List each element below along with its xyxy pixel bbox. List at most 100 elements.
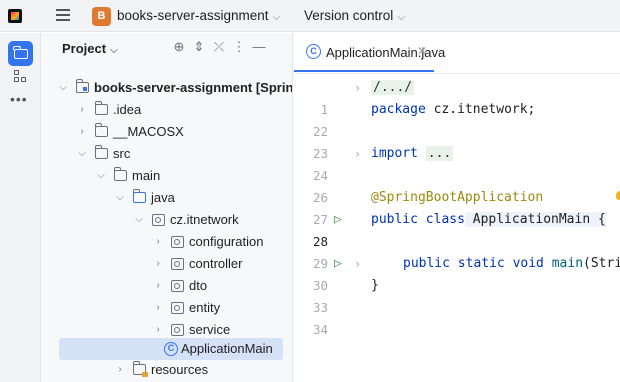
chevron-down-icon: ⌵ bbox=[110, 45, 118, 56]
project-panel-header: Project ⌵ ⊕ ⇕ ⤫ ⋮ — bbox=[41, 33, 292, 63]
code-line[interactable]: 29 bbox=[294, 231, 620, 271]
tree-item-label: configuration bbox=[189, 234, 264, 249]
options-icon[interactable]: ⋮ bbox=[229, 39, 249, 55]
code-line[interactable]: 28 ▷ public class ApplicationMain { bbox=[294, 209, 620, 249]
annotation: @SpringBootApplication bbox=[371, 190, 544, 205]
tab-applicationmain-java[interactable]: C ApplicationMain.java ✕ bbox=[294, 33, 445, 72]
code-line[interactable]: 22 package cz.itnetwork; bbox=[294, 99, 620, 139]
tree-item-src[interactable]: ⌵ src bbox=[41, 143, 292, 165]
run-gutter-icon[interactable]: ▷ bbox=[334, 209, 342, 231]
tree-item-configuration[interactable]: › configuration bbox=[41, 231, 292, 253]
method-name: main bbox=[551, 256, 584, 271]
title-bar: B books-server-assignment ⌵ Version contr… bbox=[0, 0, 620, 32]
tree-item-label: java bbox=[151, 190, 175, 205]
chevron-down-icon: ⌵ bbox=[272, 12, 281, 23]
tree-item-idea[interactable]: › .idea bbox=[41, 99, 292, 121]
package-icon bbox=[171, 324, 184, 336]
chevron-right-icon[interactable]: › bbox=[153, 253, 163, 275]
tree-item-controller[interactable]: › controller bbox=[41, 253, 292, 275]
tree-item-label: cz.itnetwork bbox=[170, 212, 239, 227]
more-tools-icon[interactable]: ••• bbox=[10, 91, 28, 107]
tree-item-main[interactable]: ⌵ main bbox=[41, 165, 292, 187]
chevron-right-icon[interactable]: › bbox=[153, 275, 163, 297]
run-gutter-icon[interactable]: ▷ bbox=[334, 253, 342, 275]
chevron-right-icon[interactable]: › bbox=[153, 297, 163, 319]
chevron-right-icon[interactable]: › bbox=[354, 77, 361, 99]
tree-item-dto[interactable]: › dto bbox=[41, 275, 292, 297]
tree-item-java[interactable]: ⌵ java bbox=[41, 187, 292, 209]
tree-item-macosx[interactable]: › __MACOSX bbox=[41, 121, 292, 143]
project-selector[interactable]: books-server-assignment ⌵ bbox=[117, 8, 280, 23]
line-number: 34 bbox=[312, 322, 328, 337]
tree-item-entity[interactable]: › entity bbox=[41, 297, 292, 319]
tree-item-label: resources bbox=[151, 362, 209, 377]
code-text: cz.itnetwork; bbox=[425, 102, 536, 117]
chevron-right-icon[interactable]: › bbox=[153, 231, 163, 253]
close-icon[interactable]: ✕ bbox=[417, 44, 427, 58]
project-panel: Project ⌵ ⊕ ⇕ ⤫ ⋮ — ⌵ books-server-assignment… bbox=[41, 33, 293, 382]
tree-item-label: controller bbox=[189, 256, 243, 271]
structure-tool-button[interactable] bbox=[8, 64, 33, 89]
tree-item-applicationmain[interactable]: C ApplicationMain bbox=[59, 338, 283, 360]
folder-icon bbox=[94, 123, 108, 137]
keyword: package bbox=[371, 102, 426, 117]
main-menu-icon[interactable] bbox=[56, 9, 70, 21]
project-badge[interactable]: B bbox=[92, 7, 111, 26]
folder-icon bbox=[113, 167, 127, 181]
editor: C ApplicationMain.java ✕ 1 › /.../ 22 pa… bbox=[294, 33, 620, 382]
chevron-right-icon[interactable]: › bbox=[77, 121, 87, 143]
folded-comment[interactable]: /.../ bbox=[371, 80, 415, 95]
intellij-logo-icon[interactable] bbox=[8, 9, 22, 23]
code-line[interactable]: 1 › /.../ bbox=[294, 77, 620, 117]
chevron-right-icon[interactable]: › bbox=[115, 359, 125, 381]
java-class-icon: C bbox=[164, 342, 178, 356]
tree-item-label: .idea bbox=[113, 102, 142, 117]
code-line[interactable]: 24 › import ... bbox=[294, 143, 620, 183]
folder-icon bbox=[13, 46, 28, 59]
divider bbox=[294, 73, 620, 74]
resources-folder-icon bbox=[132, 361, 148, 377]
folder-icon bbox=[94, 101, 108, 115]
lightbulb-icon[interactable] bbox=[616, 191, 620, 200]
folded-imports[interactable]: ... bbox=[425, 146, 454, 161]
package-icon bbox=[152, 214, 165, 226]
chevron-right-icon[interactable]: › bbox=[77, 99, 87, 121]
tree-item-cz-itnetwork[interactable]: ⌵ cz.itnetwork bbox=[41, 209, 292, 231]
chevron-right-icon[interactable]: › bbox=[354, 143, 361, 165]
code-line[interactable]: 30 ▷ › public static void main(Stri bbox=[294, 253, 620, 293]
tree-item-label: entity bbox=[189, 300, 221, 315]
code-line[interactable]: 33 } bbox=[294, 275, 620, 315]
hide-icon[interactable]: — bbox=[249, 39, 269, 54]
locate-icon[interactable]: ⊕ bbox=[169, 39, 189, 55]
chevron-right-icon[interactable]: › bbox=[354, 253, 361, 275]
chevron-down-icon[interactable]: ⌵ bbox=[77, 143, 87, 165]
tree-item-resources[interactable]: › resources bbox=[41, 359, 292, 381]
module-folder-icon bbox=[75, 79, 89, 93]
chevron-down-icon[interactable]: ⌵ bbox=[58, 77, 68, 99]
code-line[interactable]: 26 bbox=[294, 165, 620, 205]
version-control-menu[interactable]: Version control ⌵ bbox=[304, 8, 405, 23]
tool-window-strip: ••• bbox=[0, 33, 41, 382]
chevron-down-icon[interactable]: ⌵ bbox=[96, 165, 106, 187]
source-folder-icon bbox=[132, 189, 146, 203]
java-class-icon: C bbox=[306, 44, 321, 59]
collapse-all-icon[interactable]: ⤫ bbox=[209, 39, 229, 55]
version-control-label: Version control bbox=[304, 8, 394, 23]
code-text: } bbox=[371, 278, 379, 293]
tree-item-label: books-server-assignment [Spring bbox=[94, 80, 293, 95]
code-line[interactable]: 27 @SpringBootApplication bbox=[294, 187, 620, 227]
package-icon bbox=[171, 280, 184, 292]
package-icon bbox=[171, 258, 184, 270]
project-view-selector[interactable]: Project ⌵ bbox=[62, 41, 118, 56]
tree-item-label: src bbox=[113, 146, 131, 161]
code-text: ApplicationMain { bbox=[464, 212, 606, 227]
tree-item-label: ApplicationMain bbox=[181, 341, 273, 356]
project-tool-button[interactable] bbox=[8, 41, 33, 66]
chevron-down-icon[interactable]: ⌵ bbox=[134, 209, 144, 231]
chevron-down-icon[interactable]: ⌵ bbox=[115, 187, 125, 209]
tab-label: ApplicationMain.java bbox=[326, 45, 446, 60]
tree-item-books-server-assignment[interactable]: ⌵ books-server-assignment [Spring bbox=[41, 77, 293, 99]
code-line[interactable]: 23 bbox=[294, 121, 620, 161]
expand-all-icon[interactable]: ⇕ bbox=[189, 39, 209, 55]
code-line[interactable]: 34 bbox=[294, 297, 620, 337]
